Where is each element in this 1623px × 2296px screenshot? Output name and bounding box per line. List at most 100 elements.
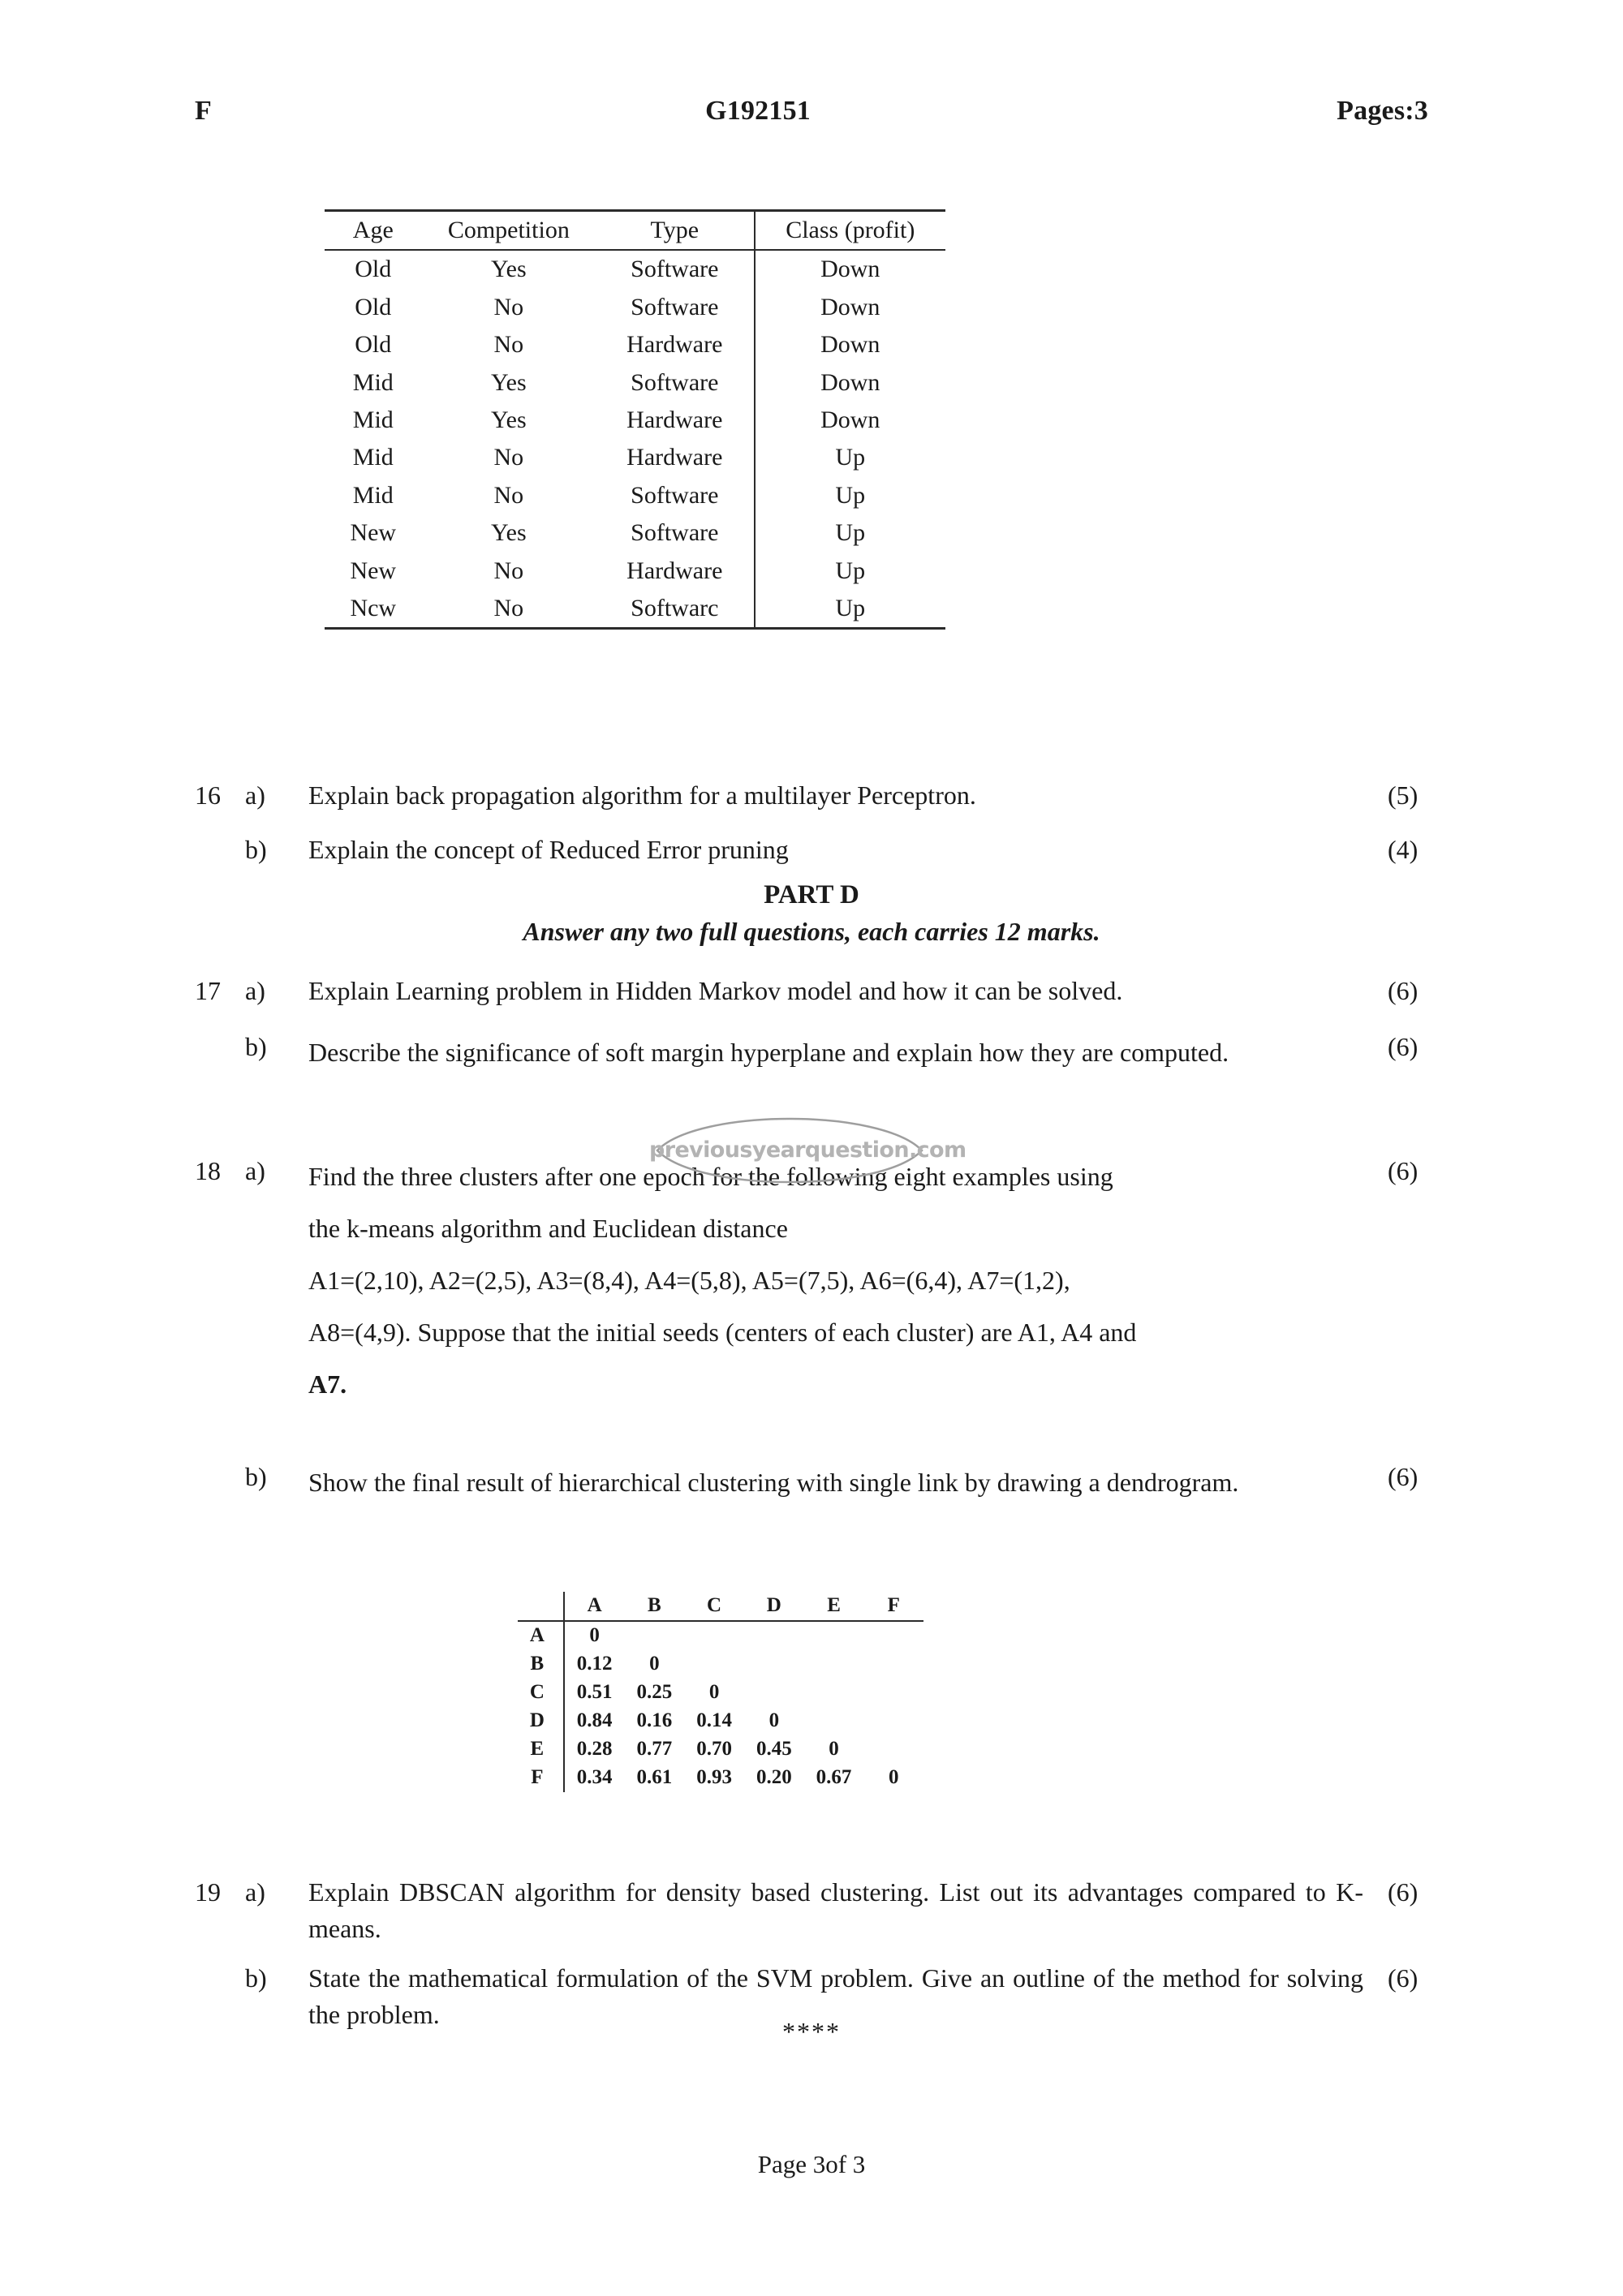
distance-cell: 0.45 [756,1738,792,1761]
question-16a-marks: (5) [1388,780,1419,810]
cell-competition: No [493,444,524,471]
table-row: B 0.12 0 [518,1650,923,1679]
cell-age: Mid [352,406,394,433]
pages-count-label: Pages:3 [1337,96,1428,126]
table-row: Mid No Hardware Up [325,439,945,477]
cell-age: Mid [352,481,394,509]
distance-cell-empty [863,1621,923,1650]
distance-row-label-f: F [518,1764,565,1792]
cell-type: Hardware [626,557,723,584]
distance-cell-empty [804,1650,864,1679]
part-d-subheading: Answer any two full questions, each carr… [523,917,1100,946]
question-17b-marks: (6) [1388,1032,1419,1061]
paper-code: G192151 [705,96,811,126]
question-16a-letter: a) [245,780,265,810]
cell-competition: Yes [490,519,527,547]
question-18a-letter: a) [245,1156,265,1185]
distance-cell: 0.20 [756,1766,792,1789]
question-18a-line1: Find the three clusters after one epoch … [308,1162,1113,1191]
cell-type: Softwarc [631,594,719,621]
cell-competition: Yes [490,368,527,396]
distance-cell: 0.77 [636,1738,673,1761]
question-19a-marks: (6) [1388,1877,1419,1907]
distance-col-header-f: F [887,1594,900,1617]
dataset-header-row: Age Competition Type Class (profit) [325,210,945,251]
question-17a-letter: a) [245,976,265,1005]
dataset-table-head: Age Competition Type Class (profit) [325,210,945,251]
table-row: E 0.28 0.77 0.70 0.45 0 [518,1735,923,1764]
distance-row-label-d: D [518,1707,565,1735]
distance-cell: 0.70 [696,1738,732,1761]
dataset-table-container: Age Competition Type Class (profit) Old … [325,209,945,630]
table-row: F 0.34 0.61 0.93 0.20 0.67 0 [518,1764,923,1792]
question-16b-text: Explain the concept of Reduced Error pru… [308,835,789,864]
question-18b-text: Show the final result of hierarchical cl… [308,1468,1239,1497]
question-18a-marks: (6) [1388,1156,1419,1185]
cell-competition: Yes [490,406,527,433]
table-row: D 0.84 0.16 0.14 0 [518,1707,923,1735]
distance-cell-empty [863,1679,923,1707]
question-16a: 16 a) Explain back propagation algorithm… [195,775,1461,817]
distance-matrix-header-row: A B C D E F [518,1592,923,1621]
distance-cell-empty [804,1707,864,1735]
cell-age: Ncw [350,594,397,621]
table-row: A 0 [518,1621,923,1650]
question-number-16: 16 [195,780,221,810]
distance-cell: 0 [768,1709,780,1732]
cell-class: Down [753,288,945,327]
question-18a-line5: A7. [308,1369,347,1399]
distance-row-label-e: E [518,1735,565,1764]
exam-page: F G192151 Pages:3 Age Competition Type C… [0,0,1623,2296]
distance-cell-empty [863,1650,923,1679]
question-number-17: 17 [195,976,221,1005]
cell-competition: No [493,594,524,621]
table-row: Mid No Software Up [325,476,945,515]
distance-cell: 0.16 [636,1709,673,1732]
question-16b: b) Explain the concept of Reduced Error … [195,829,1461,871]
distance-col-header-a: A [587,1594,602,1617]
cell-type: Software [631,293,719,320]
distance-cell: 0 [829,1738,839,1761]
dataset-table-body: Old Yes Software Down Old No Software Do… [325,250,945,629]
cell-age: Old [355,331,392,359]
cell-age: Old [355,293,392,320]
distance-matrix-corner-cell [518,1592,565,1621]
table-row: Old No Software Down [325,288,945,327]
distance-cell-empty [804,1621,864,1650]
table-row: Old No Hardware Down [325,326,945,364]
distance-col-header-c: C [707,1594,722,1617]
question-16b-marks: (4) [1388,835,1419,864]
cell-competition: No [493,331,524,359]
distance-matrix-table: A B C D E F A 0 B 0.12 0 C 0.51 0.25 0 D… [518,1592,923,1792]
question-18b: b) Show the final result of hierarchical… [195,1456,1461,1508]
cell-class: Down [753,401,945,440]
question-18b-marks: (6) [1388,1462,1419,1491]
question-18b-letter: b) [245,1462,267,1491]
question-18a-line4: A8=(4,9). Suppose that the initial seeds… [308,1318,1137,1347]
distance-cell: 0 [589,1624,600,1647]
distance-cell-empty [744,1679,804,1707]
table-row: Ncw No Softwarc Up [325,589,945,629]
end-of-paper-marker: **** [782,2017,841,2046]
distance-cell: 0.28 [576,1738,613,1761]
distance-cell: 0.51 [576,1681,613,1704]
cell-type: Hardware [626,406,723,433]
distance-cell: 0 [888,1766,899,1789]
distance-cell: 0 [649,1653,660,1675]
question-18a-line3: A1=(2,10), A2=(2,5), A3=(8,4), A4=(5,8),… [308,1266,1070,1295]
cell-type: Software [631,368,719,396]
question-16a-text: Explain back propagation algorithm for a… [308,780,976,810]
distance-cell-empty [624,1621,684,1650]
column-header-class: Class (profit) [753,210,945,251]
distance-cell: 0.12 [576,1653,613,1675]
question-19b-marks: (6) [1388,1963,1419,1993]
question-17a: 17 a) Explain Learning problem in Hidden… [195,970,1461,1013]
distance-cell-empty [804,1679,864,1707]
cell-age: Mid [352,368,394,396]
question-18a-body: Find the three clusters after one epoch … [308,1150,1363,1410]
question-17b-text: Describe the significance of soft margin… [308,1038,1229,1067]
question-17a-text: Explain Learning problem in Hidden Marko… [308,976,1123,1005]
page-header: F G192151 Pages:3 [195,96,1428,127]
cell-competition: No [493,293,524,320]
column-header-type: Type [650,217,700,243]
